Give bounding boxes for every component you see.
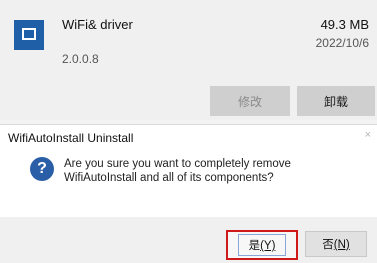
uninstall-button[interactable]: 卸载	[297, 86, 375, 116]
app-window-icon	[14, 20, 44, 50]
yes-button-label: 是(Y)	[237, 234, 287, 256]
app-version: 2.0.0.8	[62, 52, 99, 66]
app-install-date: 2022/10/6	[315, 36, 369, 50]
app-list-item[interactable]: WiFi& driver 2.0.0.8 49.3 MB 2022/10/6 修…	[0, 0, 377, 120]
yes-button[interactable]: 是(Y)	[226, 230, 298, 260]
no-button-label: 否(N)	[322, 239, 350, 251]
modify-button[interactable]: 修改	[210, 86, 290, 116]
no-button[interactable]: 否(N)	[305, 231, 367, 257]
dialog-title: WifiAutoInstall Uninstall	[8, 131, 134, 145]
app-size: 49.3 MB	[320, 17, 369, 32]
app-name: WiFi& driver	[62, 17, 133, 32]
dialog-message: Are you sure you want to completely remo…	[64, 158, 291, 184]
question-icon: ?	[30, 157, 54, 181]
close-icon[interactable]: ×	[365, 129, 371, 141]
uninstall-dialog: WifiAutoInstall Uninstall × ? Are you su…	[0, 124, 377, 263]
